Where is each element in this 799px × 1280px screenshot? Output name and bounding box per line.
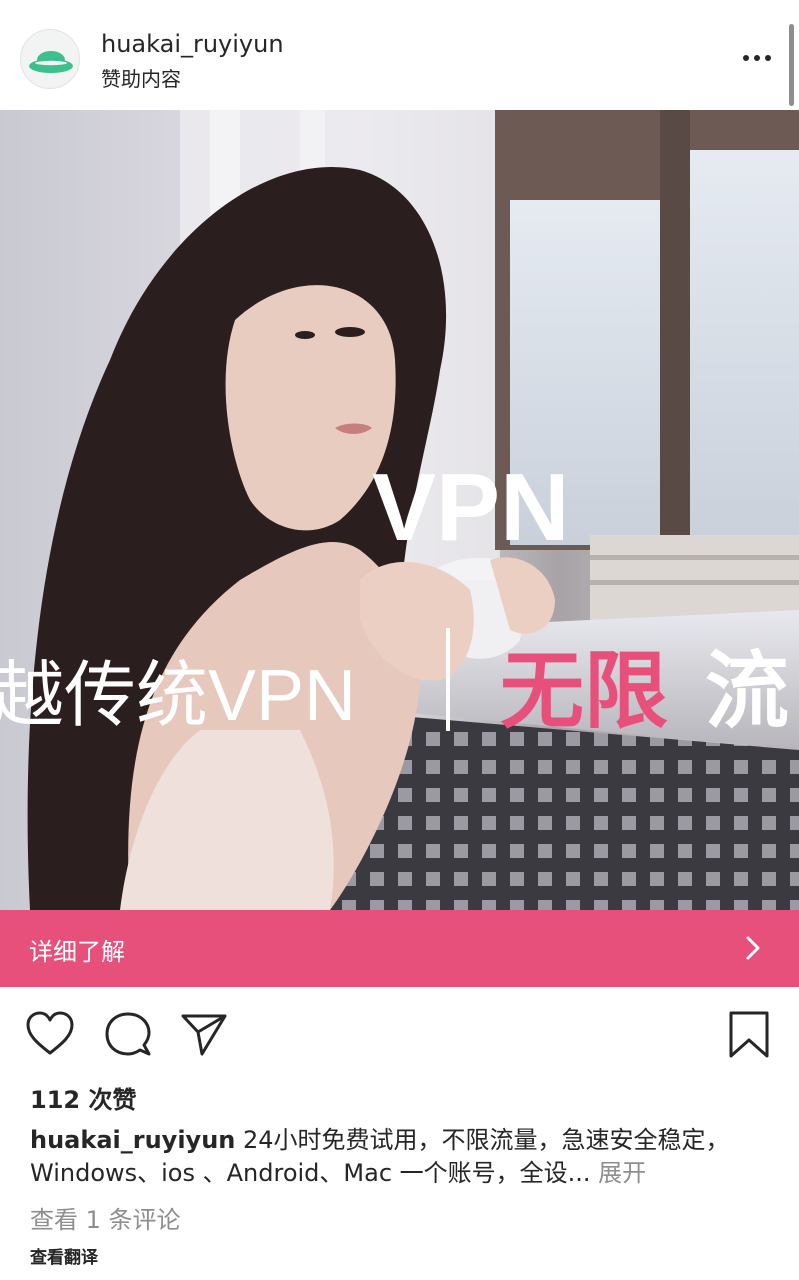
headline-text: VPN [372,454,569,561]
chevron-right-icon [746,936,760,960]
caption-more-link[interactable]: 展开 [598,1159,646,1187]
scrollbar[interactable] [789,24,794,106]
ad-photo: VPN 越传统VPN 无限 流 [0,110,799,910]
bookmark-icon[interactable] [727,1010,771,1060]
caption-username[interactable]: huakai_ruyiyun [30,1126,235,1154]
send-icon[interactable] [180,1010,228,1058]
banner-left-text: 越传统VPN [0,656,356,736]
likes-count[interactable]: 112 次赞 [30,1080,136,1115]
see-translation-link[interactable]: 查看翻译 [30,1243,98,1268]
learn-more-button[interactable]: 详细了解 [0,910,799,987]
heart-icon[interactable] [25,1010,75,1058]
learn-more-label: 详细了解 [29,938,125,966]
avatar[interactable] [20,29,80,89]
view-comments-link[interactable]: 查看 1 条评论 [30,1200,181,1235]
username[interactable]: huakai_ruyiyun [101,30,284,58]
ad-image[interactable]: VPN 越传统VPN 无限 流 [0,110,799,910]
post-header: huakai_ruyiyun 赞助内容 [0,0,799,110]
banner-rest-text: 流 [705,644,789,738]
cloud-logo-icon [29,51,73,73]
comment-icon[interactable] [104,1010,152,1058]
caption: huakai_ruyiyun 24小时免费试用，不限流量，急速安全稳定，Wind… [30,1124,770,1190]
sponsored-label: 赞助内容 [101,67,181,91]
more-options-icon[interactable] [741,48,773,68]
action-bar [0,1000,799,1070]
banner-accent-text: 无限 [500,644,668,738]
